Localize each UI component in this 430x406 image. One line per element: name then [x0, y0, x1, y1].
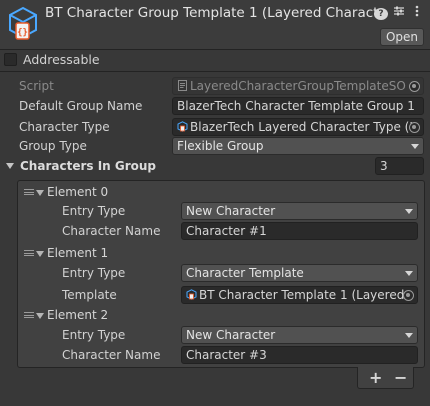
- list-element-0[interactable]: Element 0: [18, 183, 424, 203]
- script-row: Script LayeredCharacterGroupTemplateSO: [0, 77, 430, 97]
- foldout-arrow-icon[interactable]: [36, 190, 44, 196]
- template-field[interactable]: BT Character Template 1 (Layered: [181, 286, 418, 304]
- dropdown-arrow-icon: [405, 209, 413, 214]
- addressable-divider: [0, 71, 430, 72]
- header-divider: [0, 49, 430, 50]
- entry-type-dropdown[interactable]: Character Template: [181, 264, 418, 282]
- list-footer: + −: [357, 367, 414, 389]
- inspector-header: {} BT Character Group Template 1 (Layere…: [0, 0, 430, 50]
- settings-sliders-icon[interactable]: [392, 5, 406, 20]
- foldout-arrow-icon[interactable]: [6, 163, 14, 169]
- list-element-1[interactable]: Element 1: [18, 244, 424, 264]
- character-name-label: Character Name: [62, 348, 161, 362]
- list-element-2[interactable]: Element 2: [18, 306, 424, 326]
- add-element-button[interactable]: +: [369, 368, 382, 387]
- scriptable-object-icon: [177, 121, 188, 132]
- dropdown-arrow-icon: [405, 333, 413, 338]
- entry-type-label: Entry Type: [62, 204, 126, 218]
- character-type-field[interactable]: BlazerTech Layered Character Type (L: [172, 118, 424, 136]
- element-label: Element 2: [47, 308, 109, 322]
- addressable-label: Addressable: [23, 51, 100, 67]
- addressable-checkbox[interactable]: [4, 52, 17, 66]
- character-name-input[interactable]: Character #1: [181, 222, 418, 240]
- template-value: BT Character Template 1 (Layered: [199, 288, 405, 302]
- entry-type-value: New Character: [186, 204, 276, 218]
- object-picker-icon[interactable]: [409, 122, 420, 133]
- foldout-arrow-icon[interactable]: [36, 313, 44, 319]
- character-name-label: Character Name: [62, 224, 161, 238]
- entry-type-dropdown[interactable]: New Character: [181, 202, 418, 220]
- entry-type-row: Entry Type Character Template: [18, 264, 424, 284]
- header-icons: ?: [374, 5, 424, 20]
- list-size-input[interactable]: 3: [375, 157, 424, 175]
- script-file-icon: [178, 80, 187, 91]
- script-value: LayeredCharacterGroupTemplateSO: [190, 79, 406, 93]
- template-label: Template: [62, 288, 117, 302]
- drag-handle-icon[interactable]: [24, 189, 34, 195]
- entry-type-value: New Character: [186, 328, 276, 342]
- template-row: Template BT Character Template 1 (Layere…: [18, 286, 424, 306]
- entry-type-row: Entry Type New Character: [18, 326, 424, 346]
- svg-text:{}: {}: [17, 28, 28, 38]
- foldout-arrow-icon[interactable]: [36, 251, 44, 257]
- default-group-name-input[interactable]: BlazerTech Character Template Group 1: [172, 97, 424, 115]
- entry-type-row: Entry Type New Character: [18, 202, 424, 222]
- characters-in-group-foldout[interactable]: Characters In Group 3: [0, 157, 430, 177]
- entry-type-value: Character Template: [186, 266, 304, 280]
- entry-type-label: Entry Type: [62, 328, 126, 342]
- characters-in-group-label: Characters In Group: [20, 159, 157, 173]
- group-type-row: Group Type Flexible Group: [0, 137, 430, 157]
- addressable-toggle[interactable]: Addressable: [4, 51, 100, 67]
- script-field[interactable]: LayeredCharacterGroupTemplateSO: [172, 77, 424, 95]
- characters-list: Element 0 Entry Type New Character Chara…: [17, 180, 425, 368]
- element-label: Element 0: [47, 185, 109, 199]
- asset-title: BT Character Group Template 1 (Layered C…: [45, 5, 378, 21]
- drag-handle-icon[interactable]: [24, 312, 34, 318]
- scriptable-object-icon: [186, 289, 197, 300]
- character-type-value: BlazerTech Layered Character Type (L: [190, 120, 417, 134]
- more-vert-icon[interactable]: [410, 5, 424, 20]
- object-picker-icon[interactable]: [409, 81, 420, 92]
- remove-element-button[interactable]: −: [394, 368, 407, 387]
- object-picker-icon[interactable]: [403, 290, 414, 301]
- character-type-row: Character Type BlazerTech Layered Charac…: [0, 118, 430, 138]
- entry-type-dropdown[interactable]: New Character: [181, 326, 418, 344]
- scriptable-object-asset-icon: {}: [9, 6, 37, 40]
- character-name-row: Character Name Character #1: [18, 222, 424, 242]
- element-label: Element 1: [47, 246, 109, 260]
- script-label: Script: [19, 79, 54, 93]
- open-button[interactable]: Open: [380, 28, 424, 46]
- default-group-name-label: Default Group Name: [19, 99, 143, 113]
- character-name-input[interactable]: Character #3: [181, 346, 418, 364]
- entry-type-label: Entry Type: [62, 266, 126, 280]
- group-type-label: Group Type: [19, 139, 87, 153]
- character-name-row: Character Name Character #3: [18, 346, 424, 366]
- group-type-dropdown[interactable]: Flexible Group: [172, 137, 424, 155]
- dropdown-arrow-icon: [411, 144, 419, 149]
- help-icon[interactable]: ?: [374, 5, 388, 20]
- dropdown-arrow-icon: [405, 271, 413, 276]
- character-type-label: Character Type: [19, 120, 110, 134]
- group-type-value: Flexible Group: [177, 139, 264, 153]
- drag-handle-icon[interactable]: [24, 250, 34, 256]
- default-group-name-row: Default Group Name BlazerTech Character …: [0, 97, 430, 117]
